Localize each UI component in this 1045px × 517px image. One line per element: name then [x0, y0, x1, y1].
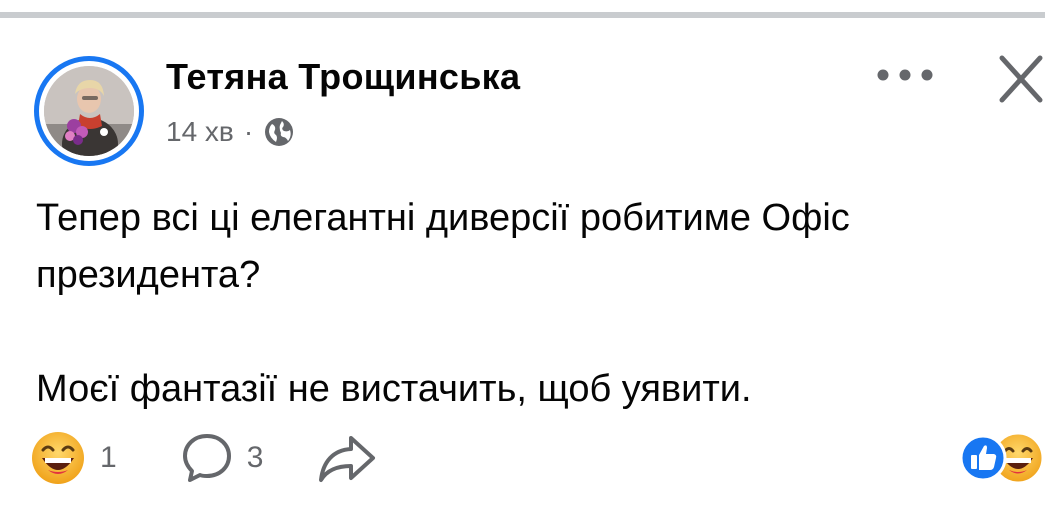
- reaction-count: 1: [100, 441, 117, 474]
- comment-bubble-icon: [182, 434, 231, 482]
- author-name[interactable]: Тетяна Трощинська: [166, 56, 520, 98]
- globe-icon: [263, 116, 295, 148]
- reaction-summary[interactable]: [958, 430, 1045, 486]
- post-text-paragraph-2: Моєї фантазії не вистачить, щоб уявити.: [36, 368, 752, 410]
- avatar-photo: [44, 66, 134, 156]
- more-dots-icon: [877, 69, 933, 81]
- share-button[interactable]: [317, 432, 377, 484]
- share-arrow-icon: [319, 436, 376, 482]
- post-body: Тепер всі ці елегантні диверсії робитиме…: [36, 190, 1026, 418]
- meta-separator: ·: [243, 116, 254, 147]
- comment-count: 3: [246, 441, 264, 474]
- post-action-bar: 1 3: [30, 428, 377, 488]
- post-card: Тетяна Трощинська 14 хв · Тепер всі ці е…: [0, 18, 1045, 517]
- post-text-paragraph-1: Тепер всі ці елегантні диверсії робитиме…: [36, 197, 850, 296]
- author-avatar[interactable]: [34, 56, 144, 166]
- post-timestamp[interactable]: 14 хв: [166, 116, 234, 148]
- post-meta: 14 хв ·: [166, 116, 295, 148]
- like-icon: [959, 434, 1007, 482]
- close-icon: [999, 55, 1043, 103]
- reaction-button[interactable]: 1: [30, 430, 117, 486]
- laughing-emoji-icon: [32, 432, 84, 484]
- close-button[interactable]: [994, 52, 1044, 108]
- more-options-button[interactable]: [870, 58, 940, 92]
- comment-button[interactable]: 3: [181, 432, 264, 484]
